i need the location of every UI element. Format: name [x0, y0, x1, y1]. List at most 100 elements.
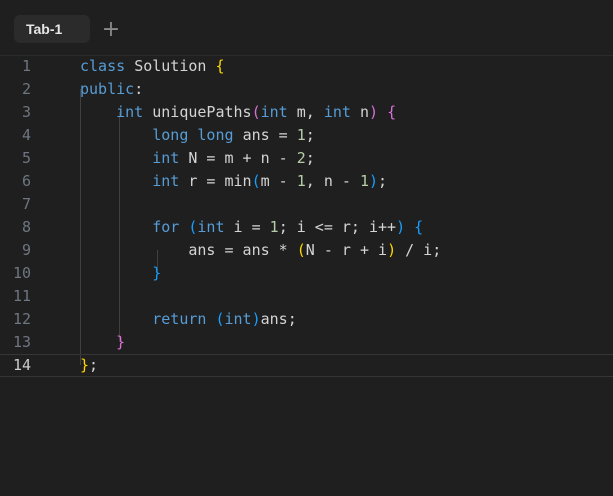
code-token: int: [152, 172, 189, 190]
code-line[interactable]: 8 for (int i = 1; i <= r; i++) {: [0, 216, 613, 239]
code-token: Solution: [134, 57, 216, 75]
code-token: / i;: [396, 241, 442, 259]
code-line[interactable]: 11: [0, 285, 613, 308]
plus-icon: +: [101, 16, 121, 42]
code-text: }: [80, 331, 125, 354]
line-number: 3: [21, 103, 31, 121]
add-tab-button[interactable]: +: [100, 16, 122, 42]
code-line[interactable]: 9 ans = ans * (N - r + i) / i;: [0, 239, 613, 262]
code-text: for (int i = 1; i <= r; i++) {: [80, 216, 423, 239]
line-number: 8: [21, 218, 31, 236]
code-token: {: [215, 57, 225, 75]
code-text: ans = ans * (N - r + i) / i;: [80, 239, 441, 262]
line-number: 13: [12, 333, 31, 351]
code-token: public: [80, 80, 135, 98]
code-text: public:: [80, 78, 143, 101]
code-text: int N = m + n - 2;: [80, 147, 315, 170]
code-text: class Solution {: [80, 55, 225, 78]
code-token: n: [359, 103, 369, 121]
code-token: uniquePaths: [152, 103, 252, 121]
code-token: ans = ans *: [188, 241, 297, 259]
code-token: ): [369, 103, 379, 121]
code-token: i =: [233, 218, 270, 236]
code-token: ;: [89, 356, 99, 374]
code-token: ): [251, 310, 261, 328]
code-token: }: [152, 264, 162, 282]
code-token: {: [414, 218, 424, 236]
code-token: long long: [152, 126, 243, 144]
code-line[interactable]: 3 int uniquePaths(int m, int n) {: [0, 101, 613, 124]
line-number: 12: [12, 310, 31, 328]
line-number: 14: [12, 356, 31, 374]
code-token: ans =: [242, 126, 297, 144]
code-token: }: [80, 356, 90, 374]
line-number: 5: [21, 149, 31, 167]
code-token: (: [296, 241, 306, 259]
code-token: 1: [359, 172, 369, 190]
code-token: ): [369, 172, 379, 190]
code-token: m -: [260, 172, 297, 190]
code-token: 2: [296, 149, 306, 167]
code-line[interactable]: 2 public:: [0, 78, 613, 101]
line-number: 11: [12, 287, 31, 305]
code-text: long long ans = 1;: [80, 124, 315, 147]
code-token: ): [396, 218, 406, 236]
code-editor[interactable]: 1 class Solution {2 public: 3 int uniquePat…: [0, 55, 613, 496]
code-line[interactable]: 4 long long ans = 1;: [0, 124, 613, 147]
code-token: r = min: [188, 172, 252, 190]
code-token: ; i <= r; i++: [278, 218, 397, 236]
code-token: ;: [378, 172, 388, 190]
code-token: (: [251, 103, 261, 121]
code-line[interactable]: 14};: [0, 354, 613, 377]
code-token: int: [152, 149, 189, 167]
code-token: int: [116, 103, 153, 121]
code-token: }: [116, 333, 126, 351]
code-token: int: [224, 310, 252, 328]
code-text: }: [80, 262, 161, 285]
code-token: :: [134, 80, 144, 98]
code-token: 1: [296, 172, 306, 190]
code-token: ans;: [260, 310, 297, 328]
code-line[interactable]: 6 int r = min(m - 1, n - 1);: [0, 170, 613, 193]
line-number: 7: [21, 195, 31, 213]
line-number: 4: [21, 126, 31, 144]
code-token: 1: [296, 126, 306, 144]
code-line[interactable]: 10 }: [0, 262, 613, 285]
tab-1[interactable]: Tab-1: [14, 15, 90, 43]
code-text: return (int)ans;: [80, 308, 297, 331]
code-token: (: [215, 310, 225, 328]
code-text: int uniquePaths(int m, int n) {: [80, 101, 396, 124]
code-line[interactable]: 5 int N = m + n - 2;: [0, 147, 613, 170]
code-token: 1: [269, 218, 279, 236]
code-token: , n -: [305, 172, 360, 190]
code-line[interactable]: 7: [0, 193, 613, 216]
code-token: ): [387, 241, 397, 259]
code-token: ;: [305, 126, 315, 144]
code-token: for: [152, 218, 189, 236]
code-token: N - r + i: [305, 241, 388, 259]
line-number: 1: [21, 57, 31, 75]
code-token: return: [152, 310, 216, 328]
code-token: class: [80, 57, 135, 75]
code-line[interactable]: 13 }: [0, 331, 613, 354]
code-line[interactable]: 12 return (int)ans;: [0, 308, 613, 331]
tab-label: Tab-1: [26, 21, 63, 37]
line-number: 2: [21, 80, 31, 98]
code-token: int: [197, 218, 234, 236]
code-token: int: [260, 103, 297, 121]
code-line[interactable]: 1 class Solution {: [0, 55, 613, 78]
code-token: int: [323, 103, 360, 121]
code-token: {: [387, 103, 397, 121]
code-token: (: [251, 172, 261, 190]
tab-bar: Tab-1 +: [0, 0, 613, 56]
